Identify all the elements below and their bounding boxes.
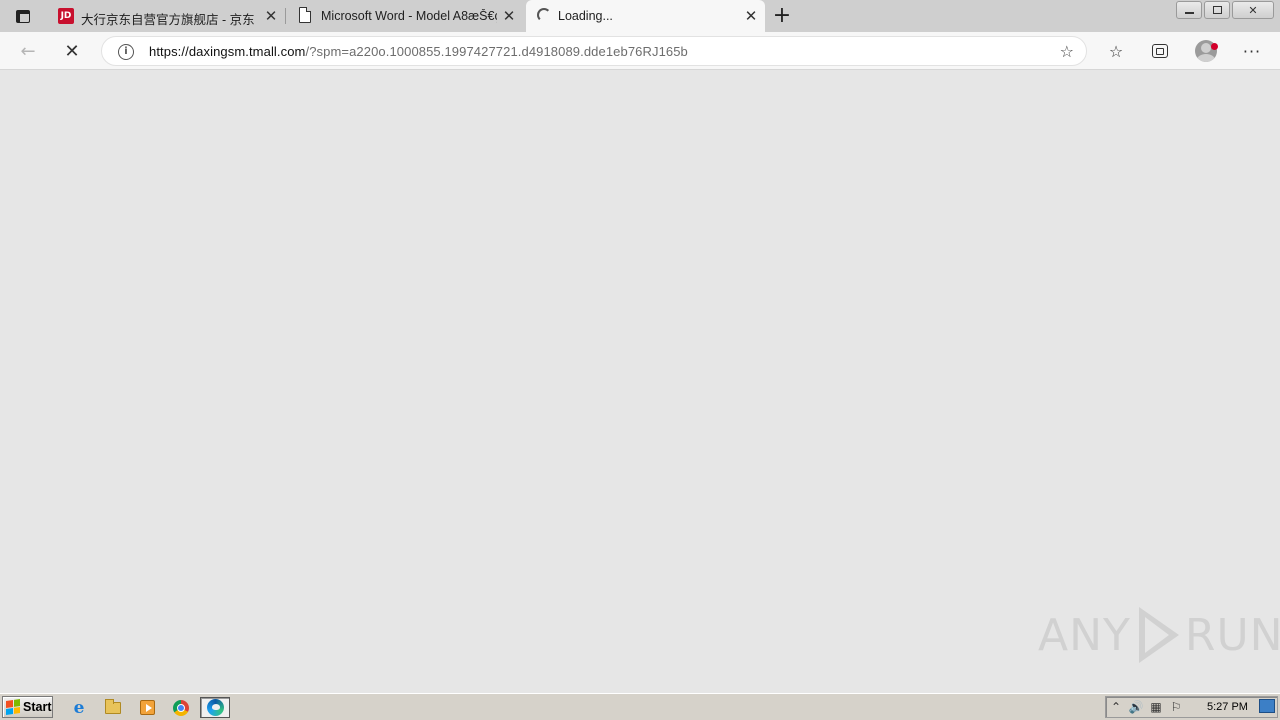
start-button[interactable]: Start: [2, 696, 53, 718]
page-content-area: [0, 71, 1280, 693]
clock[interactable]: 5:27 PM: [1207, 701, 1248, 713]
window-close-button[interactable]: ✕: [1232, 1, 1274, 19]
folder-icon: [105, 698, 121, 714]
tab-title: Loading...: [558, 9, 613, 23]
collections-button[interactable]: [1149, 40, 1171, 62]
close-icon[interactable]: ✕: [501, 8, 517, 25]
chrome-button[interactable]: [170, 697, 192, 718]
windows-logo-icon: [6, 699, 20, 715]
file-explorer-button[interactable]: [102, 697, 124, 718]
tab-jd-store[interactable]: JD 大行京东自营官方旗舰店 - 京东 ✕: [49, 0, 286, 32]
restore-icon: [1212, 6, 1222, 14]
show-desktop-button[interactable]: [1259, 699, 1275, 713]
window-controls: ✕: [1176, 0, 1280, 20]
url-host: https://daxingsm.tmall.com: [149, 44, 306, 59]
settings-menu-button[interactable]: ···: [1241, 40, 1263, 62]
close-icon[interactable]: ✕: [743, 8, 759, 25]
url-text[interactable]: https://daxingsm.tmall.com/?spm=a220o.10…: [149, 44, 688, 59]
tab-actions-icon: [16, 9, 30, 23]
profile-notification-badge: [1211, 43, 1218, 50]
play-logo-icon: [1135, 607, 1181, 663]
media-player-icon: [139, 700, 155, 715]
back-button[interactable]: ←: [17, 40, 39, 62]
tab-word-document[interactable]: Microsoft Word - Model A8æŠ€ç ✕: [289, 0, 523, 32]
tab-separator: [285, 8, 286, 24]
tab-title: Microsoft Word - Model A8æŠ€ç: [321, 9, 497, 23]
favorites-button[interactable]: ☆: [1105, 40, 1127, 62]
action-center-flag-icon[interactable]: ⚐: [1166, 698, 1186, 716]
site-info-icon[interactable]: i: [118, 44, 134, 60]
edge-icon: [206, 699, 224, 716]
close-icon[interactable]: ✕: [263, 8, 279, 25]
network-icon[interactable]: ▦: [1146, 698, 1166, 716]
jd-favicon-icon: JD: [58, 8, 74, 24]
tab-strip: JD 大行京东自营官方旗舰店 - 京东 ✕ Microsoft Word - M…: [0, 0, 1280, 32]
internet-explorer-icon: e: [73, 697, 85, 718]
watermark-text-right: RUN: [1184, 609, 1280, 661]
volume-icon[interactable]: 🔊: [1126, 698, 1146, 716]
media-player-button[interactable]: [136, 697, 158, 718]
tab-loading[interactable]: Loading... ✕: [526, 0, 765, 32]
watermark-text-left: ANY: [1038, 609, 1131, 661]
url-path: /?spm=a220o.1000855.1997427721.d4918089.…: [305, 44, 688, 59]
edge-button[interactable]: [200, 697, 230, 718]
browser-toolbar: ← ✕ i https://daxingsm.tmall.com/?spm=a2…: [0, 32, 1280, 70]
chrome-icon: [173, 699, 189, 716]
collections-icon: [1152, 44, 1168, 58]
loading-spinner-icon: [537, 8, 551, 22]
address-bar[interactable]: i https://daxingsm.tmall.com/?spm=a220o.…: [101, 36, 1087, 66]
internet-explorer-button[interactable]: e: [68, 697, 90, 718]
tab-title: 大行京东自营官方旗舰店 - 京东: [81, 13, 255, 27]
taskbar: Start e ⌃ 🔊 ▦ ⚐ 5:27 PM: [0, 693, 1280, 720]
add-favorite-icon[interactable]: ☆: [1060, 42, 1074, 61]
system-tray: ⌃ 🔊 ▦ ⚐: [1105, 696, 1278, 718]
new-tab-button[interactable]: +: [772, 5, 792, 27]
minimize-icon: [1184, 12, 1194, 14]
document-icon: [299, 7, 311, 23]
anyrun-watermark: ANY RUN: [1038, 607, 1280, 663]
restore-button[interactable]: [1204, 1, 1230, 19]
close-icon: ✕: [1248, 4, 1258, 17]
minimize-button[interactable]: [1176, 1, 1202, 19]
tab-actions-button[interactable]: [13, 7, 33, 25]
start-label: Start: [23, 700, 52, 714]
show-hidden-icons-icon[interactable]: ⌃: [1106, 698, 1126, 716]
stop-loading-button[interactable]: ✕: [61, 40, 83, 62]
